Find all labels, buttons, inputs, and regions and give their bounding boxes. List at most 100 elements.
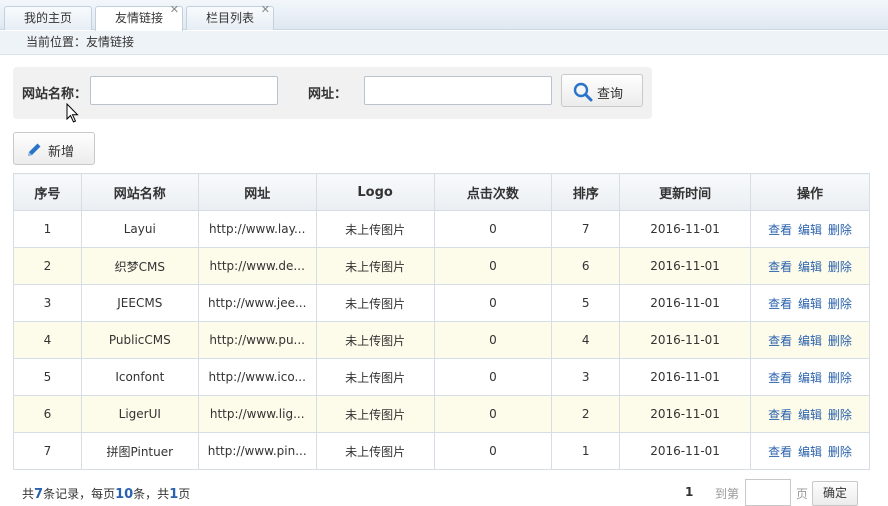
delete-link[interactable]: 删除 xyxy=(828,260,852,274)
cell-updated: 2016-11-01 xyxy=(619,395,752,433)
delete-link[interactable]: 删除 xyxy=(828,371,852,385)
col-header-actions: 操作 xyxy=(750,173,870,211)
cell-actions: 查看 编辑 删除 xyxy=(750,210,870,248)
edit-link[interactable]: 编辑 xyxy=(798,408,822,422)
col-header-id: 序号 xyxy=(13,173,82,211)
cell-sort: 6 xyxy=(551,247,621,285)
per-page-count: 10 xyxy=(115,487,134,502)
table-header-row: 序号 网站名称 网址 Logo 点击次数 排序 更新时间 操作 xyxy=(13,173,870,211)
search-icon xyxy=(573,82,593,102)
cell-logo: 未上传图片 xyxy=(315,284,435,322)
table-row: 3 JEECMS http://www.jee... 未上传图片 0 5 201… xyxy=(13,284,870,322)
edit-link[interactable]: 编辑 xyxy=(798,223,822,237)
links-table: 序号 网站名称 网址 Logo 点击次数 排序 更新时间 操作 1 Layui … xyxy=(13,173,870,470)
col-header-url: 网址 xyxy=(197,173,317,211)
delete-link[interactable]: 删除 xyxy=(828,445,852,459)
close-icon[interactable]: ✕ xyxy=(170,4,179,16)
cell-sort: 5 xyxy=(551,284,621,322)
table-row: 2 织梦CMS http://www.de... 未上传图片 0 6 2016-… xyxy=(13,247,870,285)
table-row: 6 LigerUI http://www.lig... 未上传图片 0 2 20… xyxy=(13,395,870,433)
cell-actions: 查看 编辑 删除 xyxy=(750,432,870,470)
cell-id: 2 xyxy=(13,247,82,285)
pencil-icon xyxy=(28,143,41,156)
url-label: 网址： xyxy=(308,87,348,102)
tab-home[interactable]: 我的主页 xyxy=(4,6,92,30)
page-unit-label: 页 xyxy=(796,487,809,501)
summary-text: 页 xyxy=(178,487,191,501)
edit-link[interactable]: 编辑 xyxy=(798,334,822,348)
cell-id: 3 xyxy=(13,284,82,322)
cell-updated: 2016-11-01 xyxy=(619,247,752,285)
tab-label: 我的主页 xyxy=(23,11,72,25)
add-button[interactable]: 新增 xyxy=(13,132,95,165)
site-name-input[interactable] xyxy=(90,76,278,105)
goto-page-input[interactable] xyxy=(745,479,791,506)
col-header-sort: 排序 xyxy=(551,173,621,211)
table-row: 7 拼图Pintuer http://www.pin... 未上传图片 0 1 … xyxy=(13,432,870,470)
edit-link[interactable]: 编辑 xyxy=(798,297,822,311)
view-link[interactable]: 查看 xyxy=(768,371,792,385)
add-button-label: 新增 xyxy=(48,145,75,160)
cell-name: JEECMS xyxy=(80,284,199,322)
view-link[interactable]: 查看 xyxy=(768,297,792,311)
view-link[interactable]: 查看 xyxy=(768,408,792,422)
tab-label: 友情链接 xyxy=(114,11,163,25)
cell-id: 4 xyxy=(13,321,82,359)
cell-name: LigerUI xyxy=(80,395,199,433)
confirm-button[interactable]: 确定 xyxy=(812,481,858,506)
search-panel: 网站名称： 网址： 查询 xyxy=(13,67,652,119)
cell-clicks: 0 xyxy=(433,432,553,470)
cell-url: http://www.de... xyxy=(197,247,317,285)
cell-clicks: 0 xyxy=(433,210,553,248)
cell-id: 7 xyxy=(13,432,82,470)
delete-link[interactable]: 删除 xyxy=(828,223,852,237)
page-count: 1 xyxy=(169,487,179,502)
col-header-clicks: 点击次数 xyxy=(433,173,553,211)
view-link[interactable]: 查看 xyxy=(768,445,792,459)
cell-updated: 2016-11-01 xyxy=(619,358,752,396)
summary-text: 条，共 xyxy=(133,487,170,501)
tab-friend-links[interactable]: 友情链接 ✕ xyxy=(95,4,183,31)
view-link[interactable]: 查看 xyxy=(768,334,792,348)
query-button[interactable]: 查询 xyxy=(561,74,643,107)
cell-name: 织梦CMS xyxy=(80,247,199,285)
tab-column-list[interactable]: 栏目列表 ✕ xyxy=(186,4,274,30)
current-page[interactable]: 1 xyxy=(685,485,693,499)
cell-name: 拼图Pintuer xyxy=(80,432,199,470)
cell-clicks: 0 xyxy=(433,284,553,322)
summary-text: 共 xyxy=(22,487,35,501)
delete-link[interactable]: 删除 xyxy=(828,408,852,422)
cell-url: http://www.pin... xyxy=(197,432,317,470)
close-icon[interactable]: ✕ xyxy=(261,4,270,16)
record-summary: 共7条记录，每页10条，共1页 xyxy=(22,485,190,502)
cell-actions: 查看 编辑 删除 xyxy=(750,358,870,396)
cell-url: http://www.lay... xyxy=(197,210,317,248)
view-link[interactable]: 查看 xyxy=(768,260,792,274)
cell-updated: 2016-11-01 xyxy=(619,284,752,322)
cell-logo: 未上传图片 xyxy=(315,210,435,248)
cell-sort: 3 xyxy=(551,358,621,396)
cell-logo: 未上传图片 xyxy=(315,432,435,470)
cell-updated: 2016-11-01 xyxy=(619,321,752,359)
table-row: 4 PublicCMS http://www.pu... 未上传图片 0 4 2… xyxy=(13,321,870,359)
view-link[interactable]: 查看 xyxy=(768,223,792,237)
cell-logo: 未上传图片 xyxy=(315,321,435,359)
table-body: 1 Layui http://www.lay... 未上传图片 0 7 2016… xyxy=(13,210,870,470)
cell-logo: 未上传图片 xyxy=(315,247,435,285)
delete-link[interactable]: 删除 xyxy=(828,297,852,311)
cell-actions: 查看 编辑 删除 xyxy=(750,395,870,433)
delete-link[interactable]: 删除 xyxy=(828,334,852,348)
cell-id: 6 xyxy=(13,395,82,433)
cell-sort: 7 xyxy=(551,210,621,248)
cell-updated: 2016-11-01 xyxy=(619,210,752,248)
edit-link[interactable]: 编辑 xyxy=(798,445,822,459)
col-header-updated: 更新时间 xyxy=(619,173,752,211)
cell-url: http://www.lig... xyxy=(197,395,317,433)
edit-link[interactable]: 编辑 xyxy=(798,371,822,385)
cell-sort: 2 xyxy=(551,395,621,433)
cell-id: 5 xyxy=(13,358,82,396)
edit-link[interactable]: 编辑 xyxy=(798,260,822,274)
col-header-logo: Logo xyxy=(315,173,435,211)
url-input[interactable] xyxy=(364,76,552,105)
query-button-label: 查询 xyxy=(597,87,624,102)
